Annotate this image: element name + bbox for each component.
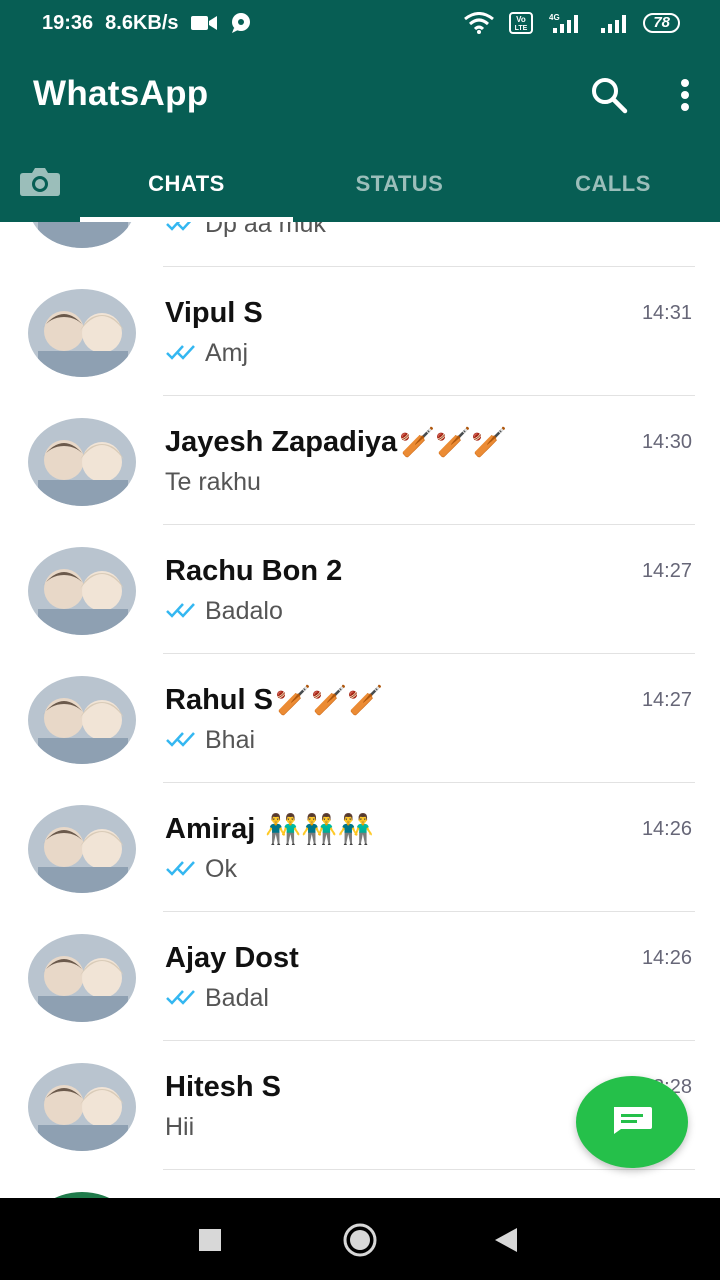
tab-calls[interactable]: CALLS [506, 146, 720, 222]
double-check-icon [165, 339, 199, 368]
avatar [28, 1063, 136, 1151]
avatar [28, 289, 136, 377]
wifi-icon [463, 12, 495, 34]
avatar [28, 805, 136, 893]
chat-time: 14:26 [641, 818, 692, 840]
chat-name: Hitesh S [165, 1071, 282, 1103]
cricket-emoji: 🏏🏏🏏 [274, 685, 384, 718]
chat-preview: Te rakhu [165, 468, 261, 496]
chat-preview: Ok [165, 855, 237, 884]
tab-status[interactable]: STATUS [293, 146, 506, 222]
double-check-icon [165, 726, 199, 755]
double-check-icon [165, 984, 199, 1013]
battery-indicator: 78 [643, 13, 680, 33]
chat-name: Vipul S [165, 297, 263, 329]
chat-preview: Bhai [165, 726, 255, 755]
chat-row[interactable]: Vipul S 14:31 Amj [0, 267, 720, 396]
chat-preview: Amj [165, 339, 248, 368]
chat-row[interactable]: Amiraj 👬👬👬 14:26 Ok [0, 783, 720, 912]
home-button[interactable] [340, 1220, 380, 1260]
app-title: WhatsApp [33, 74, 209, 113]
chat-preview: Badal [165, 984, 269, 1013]
more-options-icon[interactable] [680, 78, 690, 117]
chat-list: Dp aa muk Vipul S 14:31 Amj Jayesh Zapad… [0, 222, 720, 1198]
recents-button[interactable] [190, 1220, 230, 1260]
signal-icon [599, 12, 629, 34]
chat-row[interactable]: Dp aa muk [0, 222, 720, 267]
cricket-emoji: 🏏🏏🏏 [399, 427, 508, 460]
chat-name: Rachu Bon 2 [165, 555, 343, 587]
app-bar: WhatsApp [0, 46, 720, 146]
chat-preview: Dp aa muk [165, 222, 326, 239]
chat-preview: Hii [165, 1113, 195, 1141]
tab-chats[interactable]: CHATS [80, 146, 293, 222]
network-speed: 8.6KB/s [105, 11, 179, 34]
chat-time: 14:31 [641, 302, 692, 324]
clock: 19:36 [42, 11, 94, 34]
svg-text:LTE: LTE [515, 25, 528, 32]
video-camera-icon [190, 14, 217, 32]
double-check-icon [165, 222, 199, 239]
chat-name: Jayesh Zapadiya🏏🏏🏏 [165, 426, 508, 460]
chat-notification-icon [229, 12, 253, 34]
search-icon[interactable] [590, 76, 628, 119]
chat-time: 14:26 [641, 947, 692, 969]
people-emoji: 👬👬👬 [265, 814, 374, 847]
volte-icon: Vo LTE [509, 12, 534, 34]
system-nav-bar [0, 1198, 720, 1280]
chat-name: Amiraj 👬👬👬 [165, 813, 374, 847]
avatar [28, 547, 136, 635]
double-check-icon [165, 855, 199, 884]
chat-name: Ajay Dost [165, 942, 299, 974]
avatar [28, 934, 136, 1022]
chat-name: Rahul S🏏🏏🏏 [165, 684, 384, 718]
chat-row[interactable] [0, 1170, 720, 1198]
chat-row[interactable]: Rachu Bon 2 14:27 Badalo [0, 525, 720, 654]
chat-row[interactable]: Rahul S🏏🏏🏏 14:27 Bhai [0, 654, 720, 783]
camera-icon [19, 165, 61, 203]
signal-4g-icon: 4G [547, 12, 585, 34]
double-check-icon [165, 597, 199, 626]
avatar [28, 418, 136, 506]
new-chat-button[interactable] [576, 1076, 688, 1168]
svg-text:4G: 4G [549, 13, 560, 22]
chat-row[interactable]: Jayesh Zapadiya🏏🏏🏏 14:30 Te rakhu [0, 396, 720, 525]
svg-text:Vo: Vo [516, 15, 526, 24]
tab-camera[interactable] [0, 146, 80, 222]
avatar [28, 676, 136, 764]
chat-time: 14:27 [641, 560, 692, 582]
chat-preview: Badalo [165, 597, 283, 626]
status-bar: 19:36 8.6KB/s Vo LTE 4G 78 [0, 0, 720, 46]
chat-time: 14:30 [641, 431, 692, 453]
chat-time: 14:27 [641, 689, 692, 711]
message-icon [611, 1105, 653, 1140]
back-button[interactable] [486, 1220, 526, 1260]
tab-bar: CHATS STATUS CALLS [0, 146, 720, 222]
avatar [28, 222, 136, 248]
chat-row[interactable]: Ajay Dost 14:26 Badal [0, 912, 720, 1041]
